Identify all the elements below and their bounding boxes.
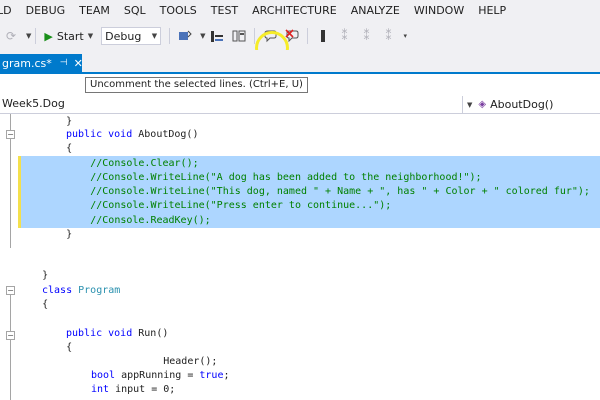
start-icon: ▶	[44, 29, 53, 43]
find-dropdown-icon[interactable]: ▼	[200, 32, 205, 40]
start-dropdown-icon: ▼	[87, 32, 94, 40]
keyword: int	[91, 384, 110, 395]
code-line: int input = 0;	[91, 382, 175, 397]
menu-architecture[interactable]: ARCHITECTURE	[245, 0, 344, 22]
start-button[interactable]: ▶ Start ▼	[44, 30, 93, 43]
next-bookmark-icon[interactable]: ⁑	[359, 28, 375, 44]
redo-icon[interactable]: ⟳	[3, 28, 19, 44]
collapse-icon[interactable]: −	[6, 286, 15, 295]
toolbar-separator	[306, 28, 308, 44]
clear-bookmarks-icon[interactable]: ⁑	[381, 28, 397, 44]
chevron-down-icon: ▼	[467, 100, 473, 109]
code-line: public void Run()	[66, 326, 168, 341]
keyword: class	[42, 285, 73, 296]
type-dropdown[interactable]: Week5.Dog	[2, 97, 65, 110]
solution-config-select[interactable]: Debug ▼	[101, 27, 162, 45]
keyword: public void	[66, 129, 133, 140]
code-line: }	[18, 116, 73, 127]
uncomment-tooltip: Uncomment the selected lines. (Ctrl+E, U…	[85, 77, 308, 93]
code-editor[interactable]: − − − } public void AboutDog() { //Conso…	[0, 114, 600, 400]
keyword: true	[199, 370, 224, 381]
outline-line	[10, 292, 11, 400]
previous-bookmark-icon[interactable]: ⁑	[337, 28, 353, 44]
code-text: input = 0;	[109, 384, 176, 395]
code-text: appRunning =	[115, 370, 200, 381]
menu-bar: LD DEBUG TEAM SQL TOOLS TEST ARCHITECTUR…	[0, 0, 600, 22]
redo-dropdown-icon[interactable]: ▼	[26, 32, 31, 40]
toolbar-separator	[35, 28, 37, 44]
menu-test[interactable]: TEST	[204, 0, 245, 22]
code-line-comment: //Console.WriteLine("A dog has been adde…	[18, 172, 482, 183]
code-line: {	[18, 342, 73, 353]
code-line-comment: //Console.WriteLine("This dog, named " +…	[18, 186, 590, 197]
start-label: Start	[56, 29, 84, 43]
type-name: Program	[78, 285, 121, 296]
code-line: {	[18, 143, 73, 154]
menu-tools[interactable]: TOOLS	[153, 0, 204, 22]
chevron-down-icon: ▼	[151, 32, 158, 40]
collapse-icon[interactable]: −	[6, 130, 15, 139]
toolbar-separator	[253, 28, 255, 44]
comment-icon[interactable]	[262, 28, 278, 44]
member-dropdown[interactable]: ▼ ◈ AboutDog()	[462, 96, 600, 113]
navigation-bar: Week5.Dog ▼ ◈ AboutDog()	[0, 96, 600, 114]
menu-sql[interactable]: SQL	[117, 0, 153, 22]
code-line: {	[18, 299, 49, 310]
code-text: Run()	[132, 328, 169, 339]
menu-build[interactable]: LD	[0, 0, 19, 22]
menu-help[interactable]: HELP	[471, 0, 513, 22]
member-dropdown-value: AboutDog()	[490, 98, 554, 111]
menu-analyze[interactable]: ANALYZE	[344, 0, 407, 22]
code-text: AboutDog()	[132, 129, 199, 140]
bookmark-toggle-icon[interactable]	[315, 28, 331, 44]
code-line: }	[18, 229, 73, 240]
menu-team[interactable]: TEAM	[72, 0, 117, 22]
method-icon: ◈	[478, 99, 487, 110]
code-line: bool appRunning = true;	[91, 368, 230, 383]
pin-icon[interactable]: ⊣	[60, 58, 68, 68]
code-line-comment: //Console.ReadKey();	[18, 215, 211, 226]
code-line-comment: //Console.Clear();	[18, 158, 199, 169]
code-line-comment: //Console.WriteLine("Press enter to cont…	[18, 200, 392, 211]
tab-label: gram.cs*	[2, 56, 52, 70]
code-line: Header();	[91, 356, 218, 367]
keyword: public void	[66, 328, 133, 339]
navigate-icon[interactable]	[231, 28, 247, 44]
solution-config-value: Debug	[105, 29, 142, 43]
keyword: bool	[91, 370, 116, 381]
toolbar-options-icon[interactable]: ▾	[404, 32, 408, 40]
code-line: }	[18, 270, 49, 281]
menu-window[interactable]: WINDOW	[407, 0, 471, 22]
code-line: public void AboutDog()	[66, 127, 198, 142]
close-icon[interactable]: ✕	[74, 57, 83, 70]
menu-debug[interactable]: DEBUG	[19, 0, 73, 22]
find-icon[interactable]	[177, 28, 193, 44]
toolbar-separator	[169, 28, 171, 44]
tab-program-cs[interactable]: gram.cs* ⊣ ✕	[0, 54, 83, 72]
collapse-icon[interactable]: −	[6, 331, 15, 340]
bookmark-icon[interactable]	[209, 28, 225, 44]
toolbar: ⟳ ▼ ▶ Start ▼ Debug ▼ ▼ ⁑ ⁑ ⁑ ▾	[0, 22, 600, 50]
code-line: class Program	[42, 283, 120, 298]
code-text: ;	[223, 370, 230, 381]
uncomment-icon[interactable]	[284, 28, 300, 44]
document-tab-strip: gram.cs* ⊣ ✕	[0, 50, 600, 74]
